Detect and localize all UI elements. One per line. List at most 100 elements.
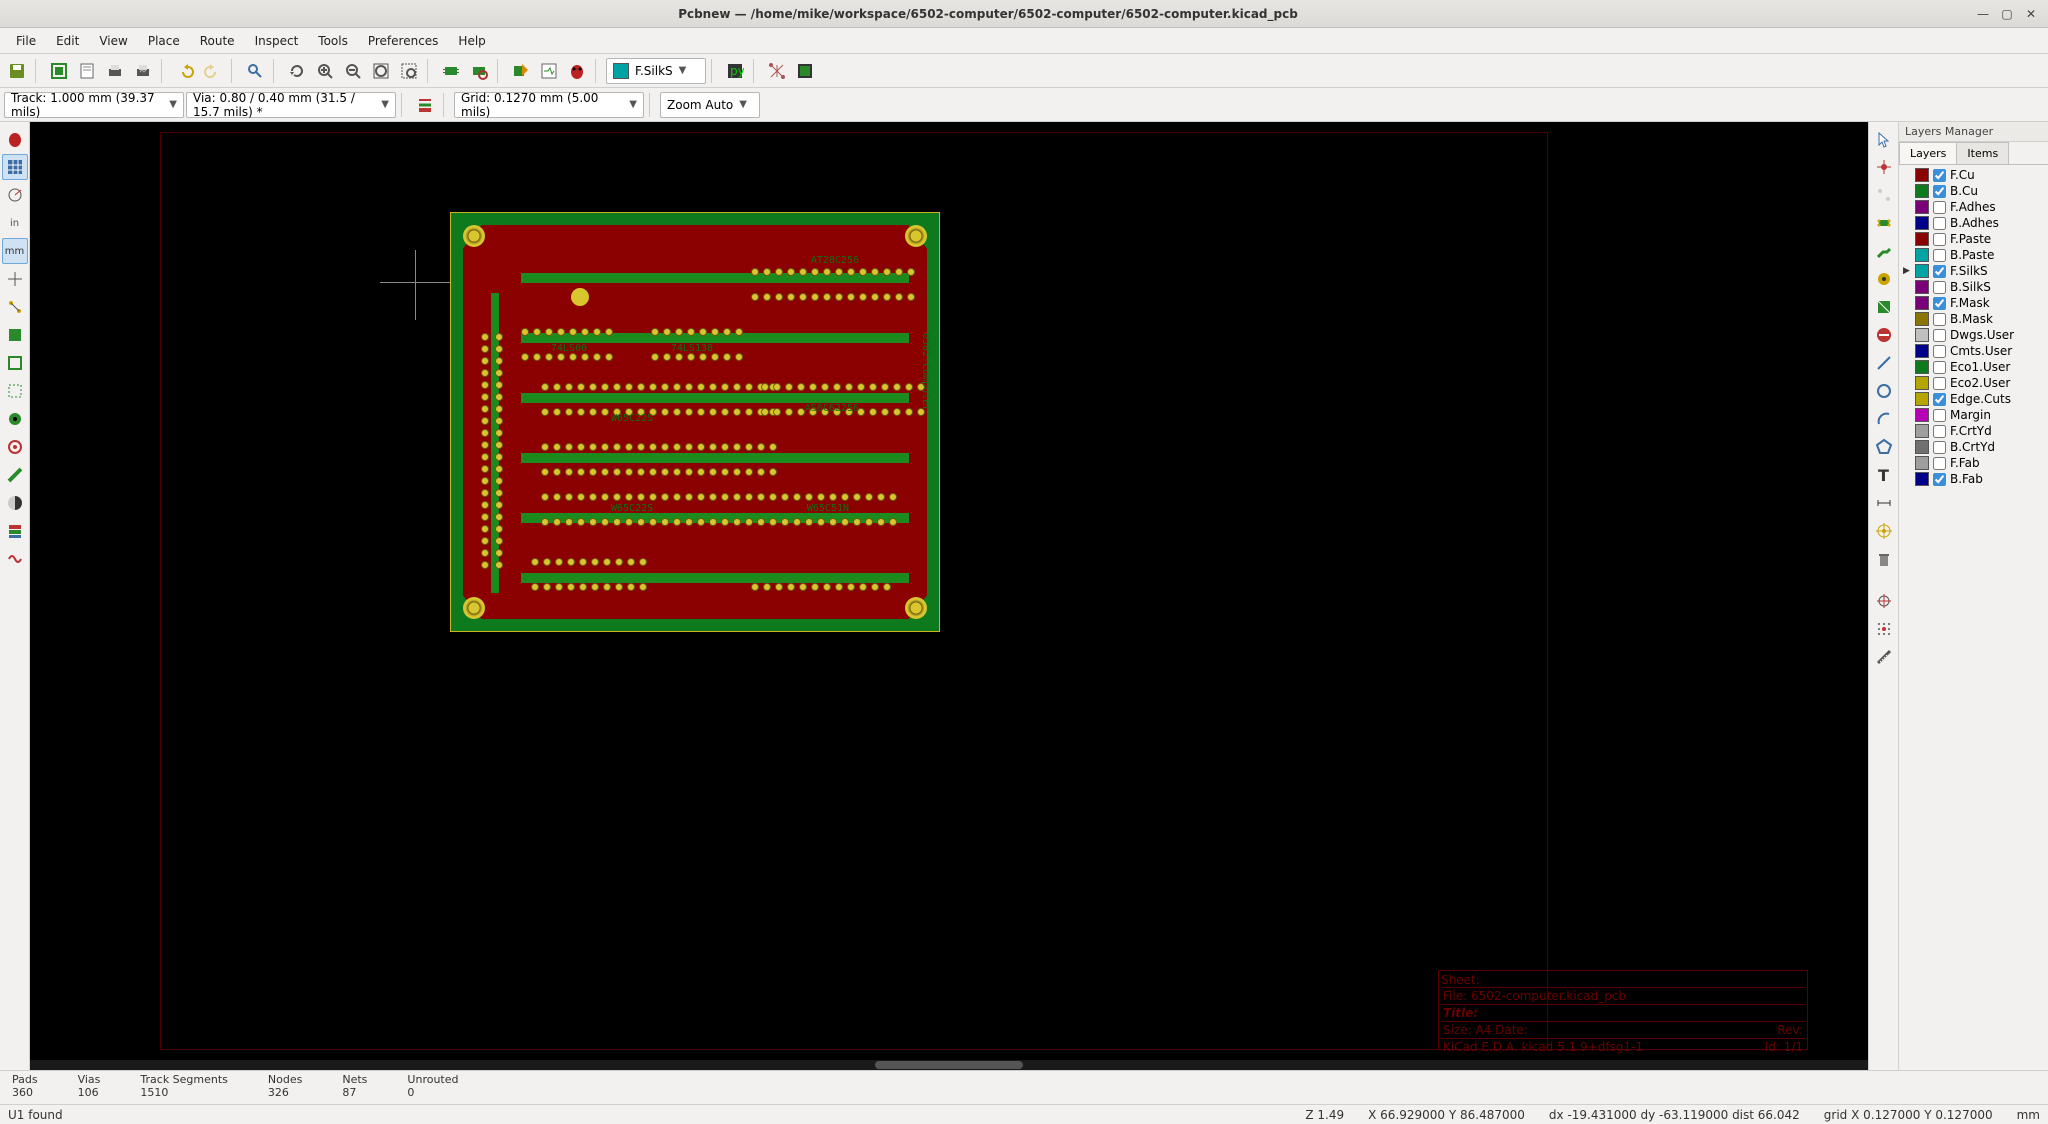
layer-visible-checkbox[interactable] xyxy=(1933,217,1946,230)
layer-color-swatch[interactable] xyxy=(1915,312,1929,326)
layer-color-swatch[interactable] xyxy=(1915,200,1929,214)
layer-color-swatch[interactable] xyxy=(1915,296,1929,310)
tab-layers[interactable]: Layers xyxy=(1899,142,1957,164)
find-icon[interactable] xyxy=(242,58,268,84)
layer-color-swatch[interactable] xyxy=(1915,280,1929,294)
delete-icon[interactable] xyxy=(1871,546,1897,572)
zone-display-none-icon[interactable] xyxy=(2,378,28,404)
menu-help[interactable]: Help xyxy=(448,30,495,52)
layer-visible-checkbox[interactable] xyxy=(1933,329,1946,342)
layer-visible-checkbox[interactable] xyxy=(1933,377,1946,390)
auto-track-width-icon[interactable] xyxy=(412,92,438,118)
menu-preferences[interactable]: Preferences xyxy=(358,30,449,52)
units-mm-icon[interactable]: mm xyxy=(2,238,28,264)
footprint-browser-icon[interactable] xyxy=(466,58,492,84)
menu-view[interactable]: View xyxy=(89,30,137,52)
menu-place[interactable]: Place xyxy=(138,30,190,52)
draw-circle-icon[interactable] xyxy=(1871,378,1897,404)
scrollbar-thumb[interactable] xyxy=(875,1061,1022,1069)
layer-visible-checkbox[interactable] xyxy=(1933,249,1946,262)
layer-visible-checkbox[interactable] xyxy=(1933,297,1946,310)
draw-line-icon[interactable] xyxy=(1871,350,1897,376)
layers-manager-icon[interactable] xyxy=(2,518,28,544)
layer-visible-checkbox[interactable] xyxy=(1933,313,1946,326)
zoom-out-icon[interactable] xyxy=(340,58,366,84)
grid-visible-icon[interactable] xyxy=(2,154,28,180)
layer-list[interactable]: F.CuB.CuF.AdhesB.AdhesF.PasteB.Paste▶F.S… xyxy=(1899,165,2048,1070)
drc-marker-icon[interactable] xyxy=(2,126,28,152)
layer-row-b-silks[interactable]: B.SilkS xyxy=(1899,279,2048,295)
plot-icon[interactable] xyxy=(130,58,156,84)
layer-row-b-crtyd[interactable]: B.CrtYd xyxy=(1899,439,2048,455)
zoom-in-icon[interactable] xyxy=(312,58,338,84)
cursor-shape-icon[interactable] xyxy=(2,266,28,292)
layer-row-edge-cuts[interactable]: Edge.Cuts xyxy=(1899,391,2048,407)
layer-row-margin[interactable]: Margin xyxy=(1899,407,2048,423)
open-schematic-icon[interactable] xyxy=(536,58,562,84)
layer-visible-checkbox[interactable] xyxy=(1933,441,1946,454)
show-ratsnest-icon[interactable] xyxy=(764,58,790,84)
layer-row-f-paste[interactable]: F.Paste xyxy=(1899,231,2048,247)
update-from-schematic-icon[interactable] xyxy=(508,58,534,84)
layer-row-f-adhes[interactable]: F.Adhes xyxy=(1899,199,2048,215)
layer-color-swatch[interactable] xyxy=(1915,456,1929,470)
layer-visible-checkbox[interactable] xyxy=(1933,201,1946,214)
zoom-refresh-icon[interactable] xyxy=(284,58,310,84)
add-zone-icon[interactable] xyxy=(1871,294,1897,320)
add-keepout-icon[interactable] xyxy=(1871,322,1897,348)
place-target-icon[interactable] xyxy=(1871,518,1897,544)
select-tool-icon[interactable] xyxy=(1871,126,1897,152)
layer-visible-checkbox[interactable] xyxy=(1933,281,1946,294)
menu-route[interactable]: Route xyxy=(190,30,245,52)
layer-row-eco2-user[interactable]: Eco2.User xyxy=(1899,375,2048,391)
layer-color-swatch[interactable] xyxy=(1915,424,1929,438)
drill-origin-icon[interactable] xyxy=(1871,588,1897,614)
track-width-dropdown[interactable]: Track: 1.000 mm (39.37 mils) ▼ xyxy=(4,92,184,118)
menu-file[interactable]: File xyxy=(6,30,46,52)
zone-display-outline-icon[interactable] xyxy=(2,350,28,376)
menu-edit[interactable]: Edit xyxy=(46,30,89,52)
add-text-icon[interactable]: T xyxy=(1871,462,1897,488)
local-ratsnest-icon[interactable] xyxy=(1871,182,1897,208)
track-outline-icon[interactable] xyxy=(2,462,28,488)
pad-outline-icon[interactable] xyxy=(2,406,28,432)
save-icon[interactable] xyxy=(4,58,30,84)
tab-items[interactable]: Items xyxy=(1956,142,2009,164)
layer-color-swatch[interactable] xyxy=(1915,216,1929,230)
layer-row-b-paste[interactable]: B.Paste xyxy=(1899,247,2048,263)
layer-visible-checkbox[interactable] xyxy=(1933,457,1946,470)
layer-row-f-cu[interactable]: F.Cu xyxy=(1899,167,2048,183)
layer-selector-dropdown[interactable]: F.SilkS ▼ xyxy=(606,58,706,84)
highlight-net-icon[interactable] xyxy=(1871,154,1897,180)
layer-row-f-silks[interactable]: ▶F.SilkS xyxy=(1899,263,2048,279)
layer-color-swatch[interactable] xyxy=(1915,184,1929,198)
layer-color-swatch[interactable] xyxy=(1915,344,1929,358)
zoom-fit-icon[interactable] xyxy=(368,58,394,84)
grid-origin-icon[interactable] xyxy=(1871,616,1897,642)
menu-tools[interactable]: Tools xyxy=(308,30,358,52)
microwave-toolbar-icon[interactable] xyxy=(2,546,28,572)
layer-visible-checkbox[interactable] xyxy=(1933,169,1946,182)
close-button[interactable]: ✕ xyxy=(2022,5,2040,23)
via-size-dropdown[interactable]: Via: 0.80 / 0.40 mm (31.5 / 15.7 mils) *… xyxy=(186,92,396,118)
layer-visible-checkbox[interactable] xyxy=(1933,345,1946,358)
layer-visible-checkbox[interactable] xyxy=(1933,425,1946,438)
route-track-icon[interactable] xyxy=(1871,238,1897,264)
layer-row-f-mask[interactable]: F.Mask xyxy=(1899,295,2048,311)
board-setup-icon[interactable] xyxy=(46,58,72,84)
layer-color-swatch[interactable] xyxy=(1915,440,1929,454)
layer-visible-checkbox[interactable] xyxy=(1933,233,1946,246)
layer-visible-checkbox[interactable] xyxy=(1933,409,1946,422)
layer-visible-checkbox[interactable] xyxy=(1933,361,1946,374)
via-outline-icon[interactable] xyxy=(2,434,28,460)
pcb-canvas[interactable]: AT28C256 AS6C62256 W65C22S W65C22S W65C5… xyxy=(30,122,1868,1070)
layer-color-swatch[interactable] xyxy=(1915,328,1929,342)
layer-row-cmts-user[interactable]: Cmts.User xyxy=(1899,343,2048,359)
grid-dropdown[interactable]: Grid: 0.1270 mm (5.00 mils) ▼ xyxy=(454,92,644,118)
menu-inspect[interactable]: Inspect xyxy=(245,30,309,52)
polar-coords-icon[interactable] xyxy=(2,182,28,208)
maximize-button[interactable]: ▢ xyxy=(1998,5,2016,23)
layer-color-swatch[interactable] xyxy=(1915,232,1929,246)
ratsnest-toggle-icon[interactable] xyxy=(2,294,28,320)
draw-polygon-icon[interactable] xyxy=(1871,434,1897,460)
